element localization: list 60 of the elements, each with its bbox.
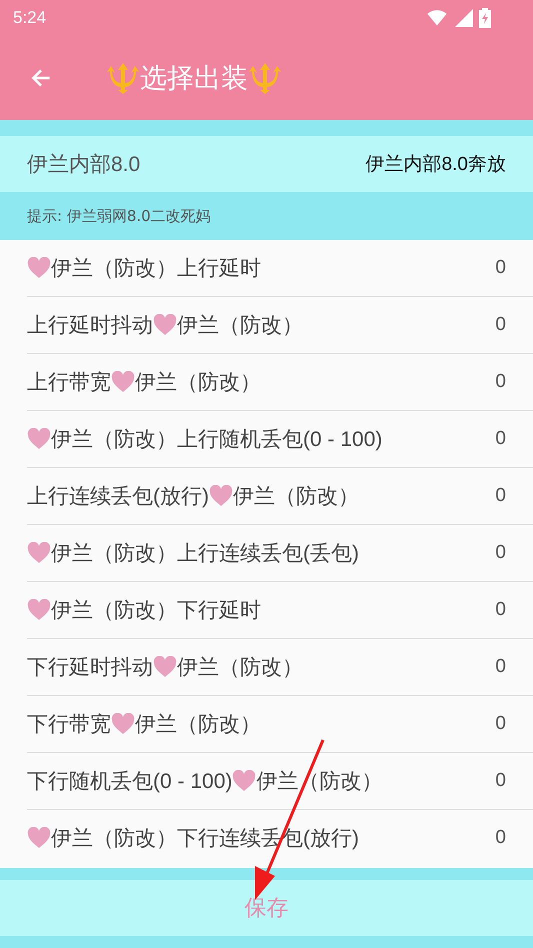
setting-label: 伊兰（防改）下行延时 [51,598,261,624]
screen-title: 选择出装 [140,62,248,96]
hint-text: 提示: 伊兰弱网8.0二改死妈 [27,206,211,226]
setting-value: 0 [495,428,506,450]
setting-label: 伊兰（防改） [177,313,303,339]
setting-label: 伊兰（防改） [135,712,261,738]
setting-row[interactable]: 下行带宽 伊兰（防改） 0 [27,696,533,753]
setting-label: 伊兰（防改）上行延时 [51,256,261,282]
heart-icon [27,599,51,621]
setting-label: 上行连续丢包(放行) [27,484,209,510]
heart-icon [232,770,256,792]
setting-value: 0 [495,542,506,564]
setting-row[interactable]: 伊兰（防改）下行延时 0 [27,582,533,639]
setting-row[interactable]: 伊兰（防改）下行连续丢包(放行) 0 [27,810,533,866]
setting-label: 伊兰（防改） [177,655,303,681]
wifi-icon [425,8,449,28]
setting-label: 上行带宽 [27,370,111,396]
setting-label: 伊兰（防改） [256,769,382,795]
signal-icon [455,9,473,27]
config-value[interactable]: 伊兰内部8.0奔放 [366,151,506,177]
setting-label: 伊兰（防改）上行随机丢包(0 - 100) [51,427,382,453]
heart-icon [153,656,177,678]
setting-label: 下行带宽 [27,712,111,738]
setting-label: 下行随机丢包(0 - 100) [27,769,232,795]
status-time: 5:24 [13,8,46,28]
setting-label: 伊兰（防改）上行连续丢包(丢包) [51,541,359,567]
setting-value: 0 [495,827,506,849]
setting-row[interactable]: 下行延时抖动 伊兰（防改） 0 [27,639,533,696]
heart-icon [153,314,177,336]
setting-row[interactable]: 伊兰（防改）上行延时 0 [27,240,533,297]
battery-icon [479,8,491,28]
heart-icon [111,713,135,735]
trident-icon [106,61,140,95]
heart-icon [27,827,51,849]
setting-value: 0 [495,314,506,336]
heart-icon [27,428,51,450]
setting-label: 上行延时抖动 [27,313,153,339]
setting-value: 0 [495,770,506,792]
heart-icon [209,485,233,507]
trident-icon [248,61,282,95]
setting-row[interactable]: 上行连续丢包(放行) 伊兰（防改） 0 [27,468,533,525]
setting-row[interactable]: 上行带宽 伊兰（防改） 0 [27,354,533,411]
setting-label: 伊兰（防改） [135,370,261,396]
setting-row[interactable]: 伊兰（防改）上行连续丢包(丢包) 0 [27,525,533,582]
heart-icon [27,542,51,564]
setting-row[interactable]: 下行随机丢包(0 - 100) 伊兰（防改） 0 [27,753,533,810]
setting-value: 0 [495,599,506,621]
setting-value: 0 [495,485,506,507]
config-name: 伊兰内部8.0 [27,152,140,178]
setting-value: 0 [495,656,506,678]
setting-label: 下行延时抖动 [27,655,153,681]
setting-row[interactable]: 伊兰（防改）上行随机丢包(0 - 100) 0 [27,411,533,468]
setting-label: 伊兰（防改）下行连续丢包(放行) [51,826,359,852]
setting-value: 0 [495,371,506,393]
heart-icon [111,371,135,393]
setting-value: 0 [495,713,506,735]
setting-row[interactable]: 上行延时抖动 伊兰（防改） 0 [27,297,533,354]
setting-label: 伊兰（防改） [233,484,359,510]
setting-value: 0 [495,257,506,279]
heart-icon [27,257,51,279]
